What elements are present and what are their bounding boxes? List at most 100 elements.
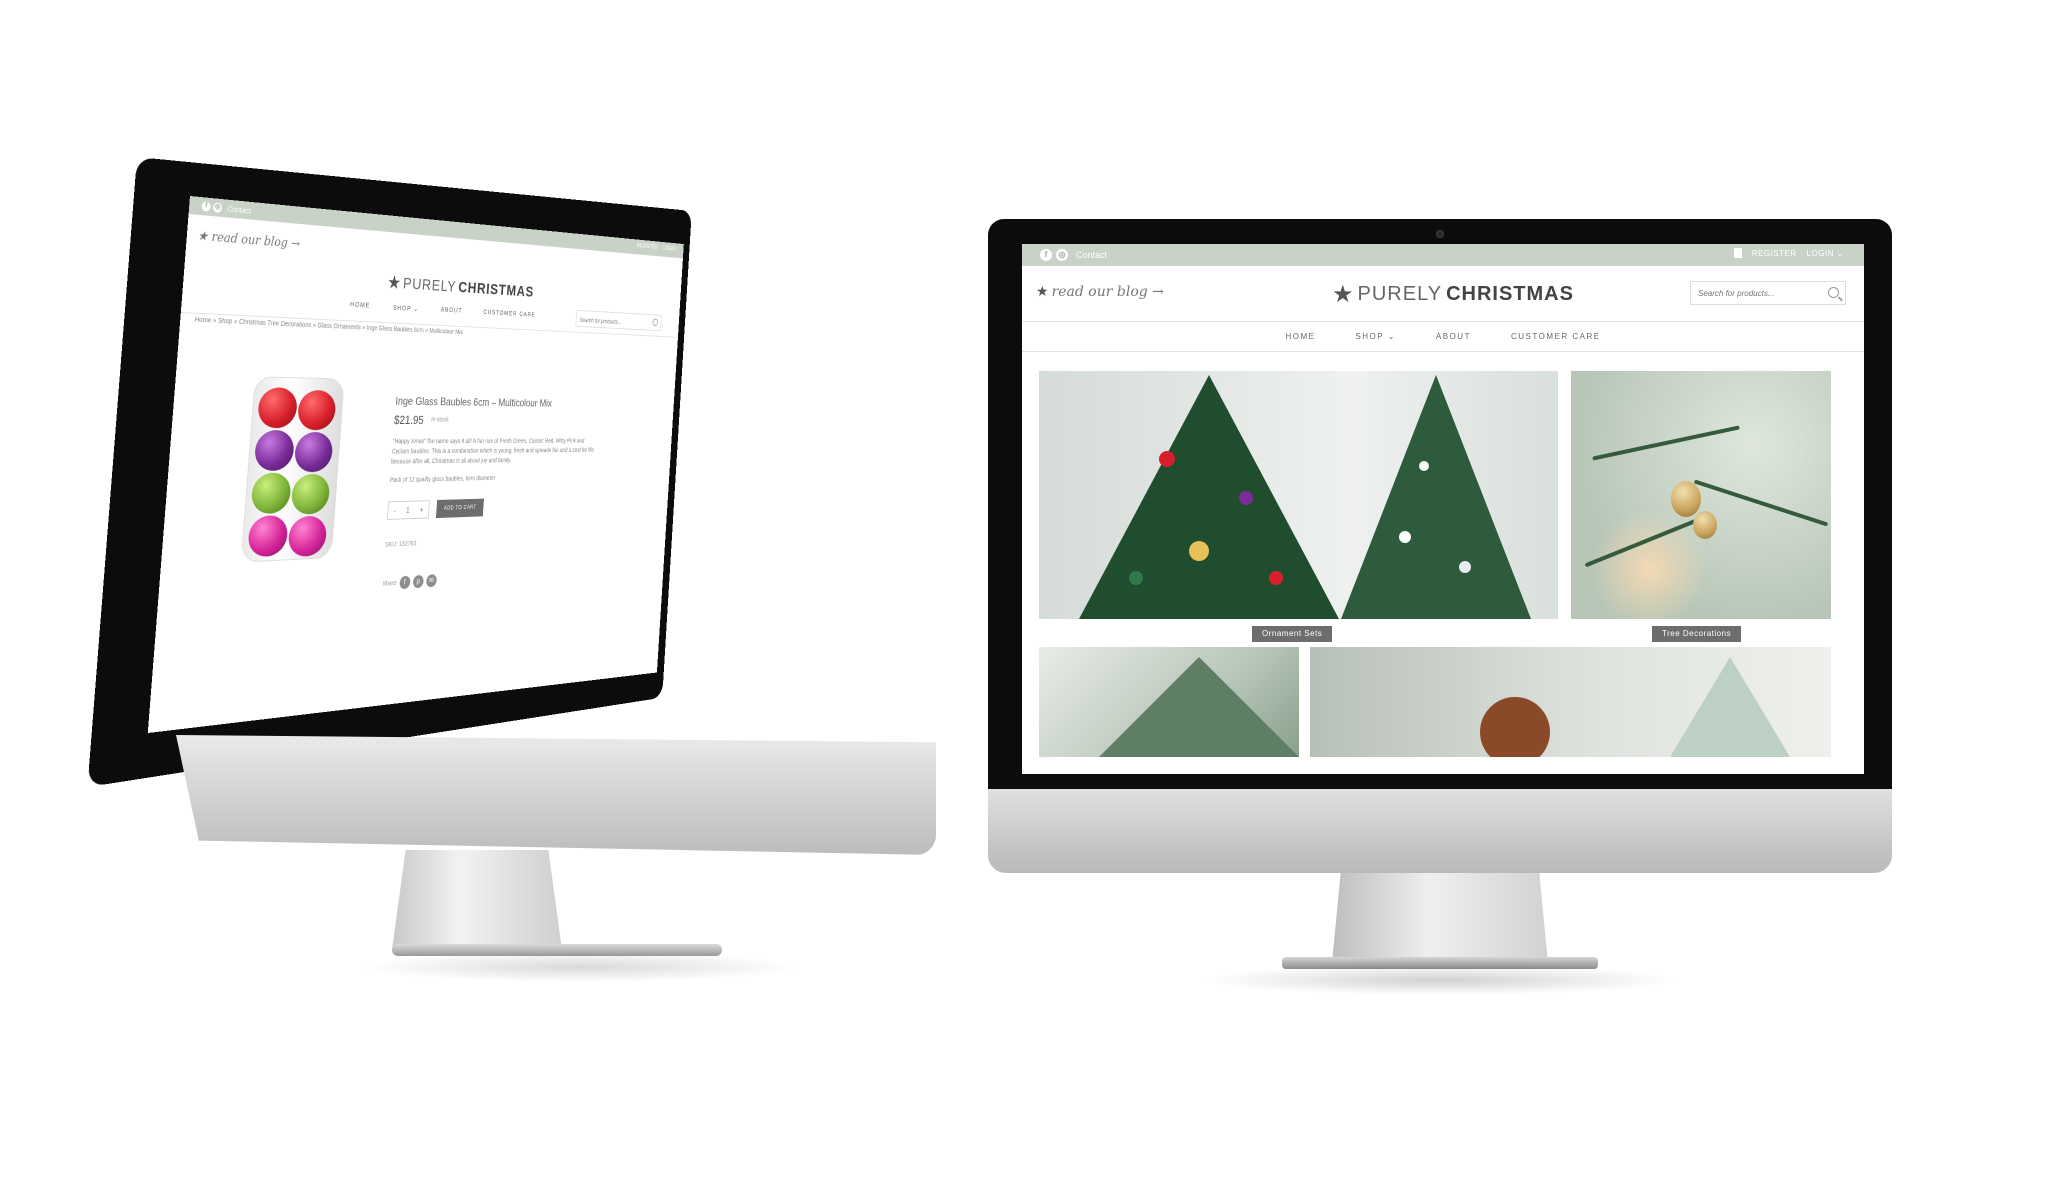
instagram-icon[interactable]: ◎ (1056, 249, 1068, 261)
top-bar: f ◎ Contact REGISTER LOGIN ⌄ (1022, 244, 1864, 266)
bauble-image (1189, 541, 1209, 561)
product-page-screen: f ◎ Contact REGISTER LOGIN ★ read our bl… (147, 196, 684, 734)
quantity-stepper[interactable]: - 1 + (386, 500, 430, 520)
red-bauble (296, 389, 337, 431)
branch-image (1592, 425, 1740, 461)
nav-home[interactable]: HOME (1285, 332, 1315, 341)
site-logo[interactable]: ★ PURELY CHRISTMAS (387, 271, 535, 303)
nav-shop[interactable]: SHOP ⌄ (393, 304, 419, 313)
star-logo-icon: ★ (386, 272, 402, 294)
increment-button[interactable]: + (420, 505, 424, 513)
contact-link[interactable]: Contact (227, 204, 251, 215)
pink-bauble (287, 515, 328, 558)
blog-link-label: read our blog (211, 229, 289, 251)
chevron-down-icon: ⌄ (413, 306, 420, 313)
quantity-value[interactable]: 1 (406, 506, 410, 514)
nav-customer-care[interactable]: CUSTOMER CARE (1511, 332, 1601, 341)
account-links: REGISTER LOGIN ⌄ (1733, 248, 1844, 258)
main-nav: HOME SHOP ⌄ ABOUT CUSTOMER CARE (1022, 322, 1864, 352)
instagram-icon[interactable]: ◎ (212, 202, 223, 213)
share-label: Share (382, 579, 397, 588)
email-share-icon[interactable]: ✉ (425, 574, 437, 588)
blog-link-label: read our blog (1051, 284, 1148, 300)
christmas-tree-image (1341, 375, 1531, 619)
register-link[interactable]: REGISTER (637, 243, 659, 251)
register-link[interactable]: REGISTER (1752, 249, 1797, 258)
home-page-screen: f ◎ Contact REGISTER LOGIN ⌄ ★ read our b… (1022, 244, 1864, 774)
bauble-image (1459, 561, 1471, 573)
bauble-image (1399, 531, 1411, 543)
product-image[interactable] (240, 376, 345, 563)
facebook-icon[interactable]: f (1040, 249, 1052, 261)
product-description: "Happy Xmas" the name says it all! A fun… (390, 438, 595, 466)
search-field[interactable] (575, 309, 662, 332)
right-monitor-stand (1332, 873, 1548, 963)
right-monitor-shadow (1200, 965, 1680, 995)
bauble-image (1269, 571, 1283, 585)
bauble-image (1159, 451, 1175, 467)
nav-shop[interactable]: SHOP ⌄ (1355, 332, 1395, 341)
purple-bauble (253, 430, 296, 472)
acorn-ornament-image (1693, 511, 1717, 539)
christmas-tree-image (1079, 375, 1339, 619)
social-links: f ◎ Contact (1040, 249, 1107, 261)
christmas-tree-image (1670, 657, 1790, 757)
star-icon: ★ (197, 228, 209, 245)
nav-home[interactable]: HOME (350, 302, 371, 311)
chair-image (1480, 697, 1550, 757)
logo-word-light: PURELY (402, 274, 457, 295)
login-link[interactable]: LOGIN ⌄ (1807, 249, 1844, 258)
blog-link[interactable]: ★ read our blog → (197, 229, 301, 252)
chevron-down-icon: ⌄ (1387, 332, 1396, 341)
contact-link[interactable]: Contact (1076, 250, 1107, 260)
left-monitor-stand (392, 850, 562, 950)
login-link[interactable]: LOGIN (663, 245, 676, 252)
ornament-sets-label[interactable]: Ornament Sets (1252, 626, 1333, 642)
ornament-sets-image[interactable] (1039, 371, 1558, 619)
pinterest-share-icon[interactable]: p (412, 574, 424, 589)
right-monitor-chin (988, 789, 1892, 873)
purple-bauble (293, 432, 334, 473)
search-input[interactable] (575, 312, 645, 332)
search-input[interactable] (1691, 282, 1811, 304)
facebook-icon[interactable]: f (201, 201, 211, 212)
green-bauble (250, 472, 292, 515)
christmas-tree-image (1099, 657, 1299, 757)
logo-word-bold: CHRISTMAS (457, 278, 535, 300)
lock-icon (1733, 248, 1742, 258)
star-logo-icon: ★ (1332, 281, 1354, 308)
red-bauble (256, 387, 299, 429)
nav-customer-care[interactable]: CUSTOMER CARE (483, 309, 536, 319)
search-icon[interactable] (652, 318, 659, 327)
bauble-image (1419, 461, 1429, 471)
main-nav: HOME SHOP ⌄ ABOUT CUSTOMER CARE (350, 302, 536, 320)
acorn-ornament-image (1671, 481, 1701, 517)
logo-word-bold: CHRISTMAS (1446, 283, 1574, 305)
site-logo[interactable]: ★ PURELY CHRISTMAS (1332, 280, 1574, 309)
pink-bauble (247, 514, 289, 558)
green-bauble (290, 473, 331, 515)
mockup-stage: f ◎ Contact REGISTER LOGIN ★ read our bl… (0, 0, 2048, 1177)
account-links: REGISTER LOGIN (637, 243, 676, 252)
search-icon[interactable] (1828, 287, 1839, 298)
product-title: Inge Glass Baubles 6cm – Multicolour Mix (395, 394, 553, 410)
star-icon: ★ (1036, 284, 1049, 300)
tree-decorations-label[interactable]: Tree Decorations (1652, 626, 1742, 642)
left-monitor-shadow (360, 952, 800, 982)
blog-link[interactable]: ★ read our blog → (1036, 284, 1164, 300)
decrement-button[interactable]: - (393, 506, 396, 514)
tree-decorations-image[interactable] (1571, 371, 1831, 619)
stock-status: In stock (430, 416, 449, 424)
nav-about[interactable]: ABOUT (440, 307, 463, 315)
social-links: f ◎ Contact (201, 201, 251, 215)
camera-icon (1436, 230, 1444, 238)
logo-word-light: PURELY (1357, 283, 1443, 305)
add-to-cart-button[interactable]: ADD TO CART (435, 498, 484, 519)
nav-about[interactable]: ABOUT (1436, 332, 1471, 341)
branch-image (1584, 518, 1698, 568)
facebook-share-icon[interactable]: f (399, 575, 411, 590)
collection-image[interactable] (1310, 647, 1831, 757)
search-field[interactable] (1690, 281, 1846, 305)
collection-image[interactable] (1039, 647, 1299, 757)
share-row: Share f p ✉ (382, 574, 437, 590)
